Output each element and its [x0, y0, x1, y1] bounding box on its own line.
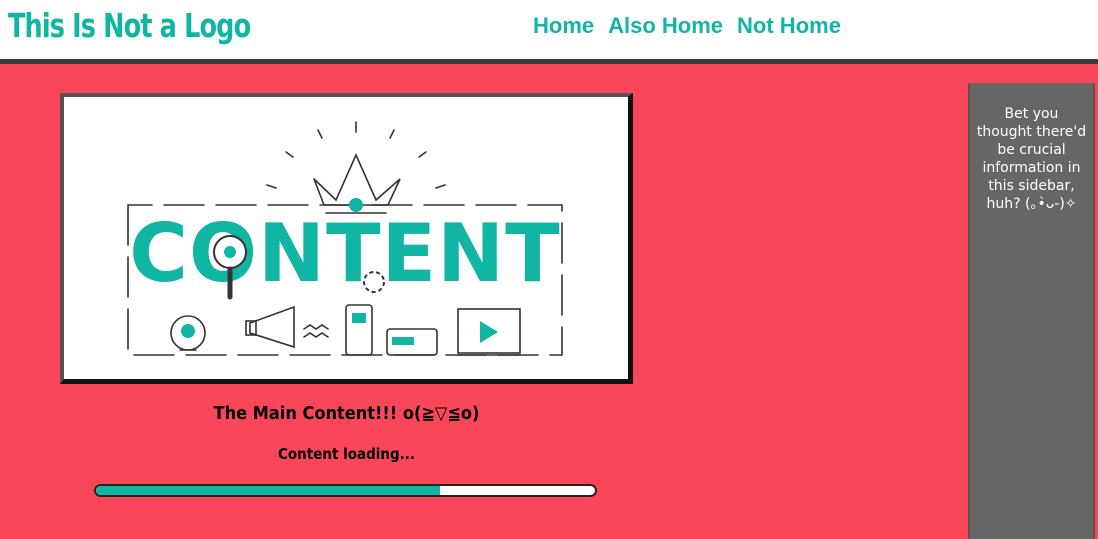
- ray-line: [389, 129, 395, 139]
- sidebar: Bet you thought there'd be crucial infor…: [968, 83, 1095, 539]
- content-word: CONTENT: [129, 207, 560, 300]
- ray-line: [435, 184, 446, 189]
- nav-link-also-home[interactable]: Also Home: [608, 12, 723, 40]
- crown-icon: [313, 153, 401, 206]
- hero-image: CONTENT: [60, 93, 633, 384]
- phone-icon: [345, 304, 373, 356]
- main-title: The Main Content!!! o(≧▽≦o): [213, 403, 480, 424]
- loading-text: Content loading...: [277, 445, 416, 463]
- ray-line: [418, 151, 427, 158]
- content-illustration: CONTENT: [127, 121, 563, 356]
- header: This Is Not a Logo Home Also Home Not Ho…: [0, 0, 1098, 64]
- nav-link-not-home[interactable]: Not Home: [737, 12, 841, 40]
- site-logo[interactable]: This Is Not a Logo: [8, 4, 251, 48]
- sidebar-text: Bet you thought there'd be crucial infor…: [976, 106, 1087, 212]
- ray-line: [317, 129, 323, 139]
- ray-line: [285, 151, 294, 158]
- nav-link-home[interactable]: Home: [533, 12, 594, 40]
- ray-line: [266, 184, 277, 189]
- progress-fill: [96, 486, 441, 495]
- progress-bar: [94, 484, 597, 497]
- main-nav: Home Also Home Not Home: [533, 12, 841, 40]
